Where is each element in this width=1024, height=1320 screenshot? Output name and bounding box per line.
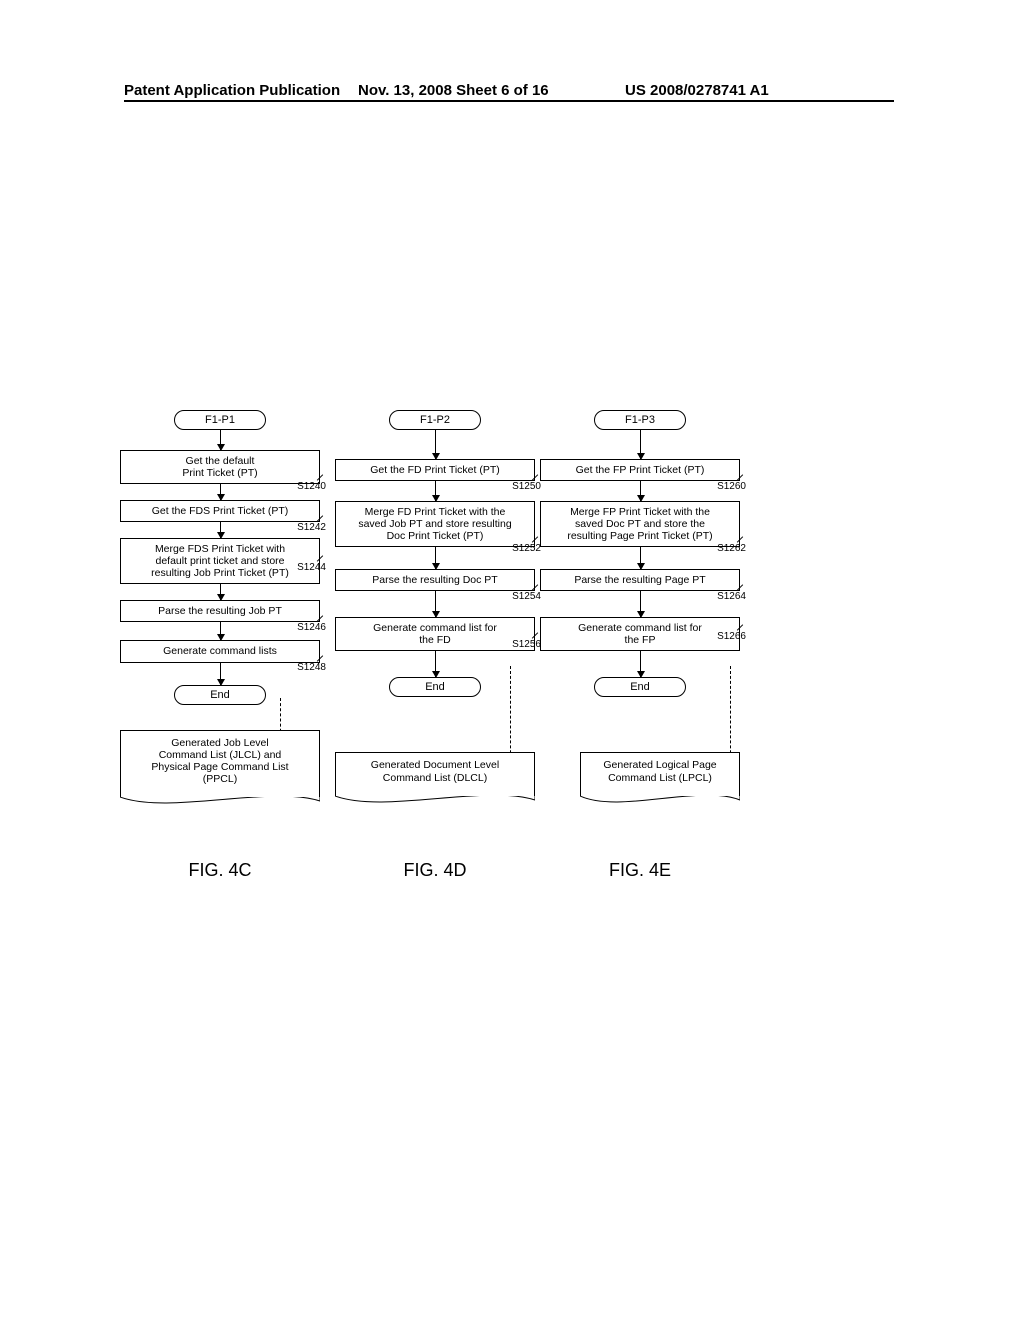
step-label: S1260 <box>717 481 746 492</box>
step-label: S1256 <box>512 639 541 650</box>
process-box: Generate command list forthe FD <box>335 617 535 651</box>
step-label: S1252 <box>512 543 541 554</box>
end-terminator: End <box>594 677 686 697</box>
arrow <box>220 663 221 685</box>
flowchart-column-3: F1-P3 Get the FP Print Ticket (PT) S1260… <box>540 410 740 810</box>
process-box: Parse the resulting Page PT <box>540 569 740 591</box>
arrow <box>640 430 641 459</box>
document-wave-icon <box>120 797 320 811</box>
process-box: Merge FP Print Ticket with thesaved Doc … <box>540 501 740 547</box>
arrow <box>435 651 436 677</box>
step-label: S1240 <box>297 481 326 492</box>
header-right: US 2008/0278741 A1 <box>625 82 769 99</box>
process-box: Parse the resulting Job PT <box>120 600 320 622</box>
figure-label: FIG. 4E <box>540 860 740 881</box>
step-label: S1262 <box>717 543 746 554</box>
header-left: Patent Application Publication <box>124 82 340 99</box>
process-box: Generate command list forthe FP <box>540 617 740 651</box>
arrow <box>435 430 436 459</box>
document-wave-icon <box>580 796 740 810</box>
start-terminator: F1-P3 <box>594 410 686 430</box>
step-label: S1264 <box>717 591 746 602</box>
header-mid: Nov. 13, 2008 Sheet 6 of 16 <box>358 82 549 99</box>
start-terminator: F1-P1 <box>174 410 266 430</box>
arrow <box>220 622 221 640</box>
arrow <box>640 547 641 569</box>
arrow <box>640 591 641 617</box>
end-terminator: End <box>389 677 481 697</box>
end-terminator: End <box>174 685 266 705</box>
arrow <box>220 522 221 538</box>
flowchart-column-2: F1-P2 Get the FD Print Ticket (PT) S1250… <box>335 410 535 810</box>
process-box: Get the FD Print Ticket (PT) <box>335 459 535 481</box>
step-label: S1266 <box>717 631 746 642</box>
process-box: Parse the resulting Doc PT <box>335 569 535 591</box>
process-box: Merge FDS Print Ticket withdefault print… <box>120 538 320 584</box>
arrow <box>640 651 641 677</box>
arrow <box>640 481 641 501</box>
step-label: S1244 <box>297 562 326 573</box>
process-box: Generate command lists <box>120 640 320 662</box>
process-box: Merge FD Print Ticket with thesaved Job … <box>335 501 535 547</box>
document-output: Generated Job LevelCommand List (JLCL) a… <box>120 730 320 811</box>
step-label: S1248 <box>297 662 326 673</box>
process-box: Get the defaultPrint Ticket (PT) <box>120 450 320 484</box>
figure-label: FIG. 4D <box>335 860 535 881</box>
document-wave-icon <box>335 796 535 810</box>
process-box: Get the FDS Print Ticket (PT) <box>120 500 320 522</box>
header-divider <box>124 100 894 102</box>
arrow <box>435 547 436 569</box>
flowchart-column-1: F1-P1 Get the defaultPrint Ticket (PT) S… <box>120 410 320 811</box>
figure-label: FIG. 4C <box>120 860 320 881</box>
process-box: Get the FP Print Ticket (PT) <box>540 459 740 481</box>
start-terminator: F1-P2 <box>389 410 481 430</box>
step-label: S1254 <box>512 591 541 602</box>
step-label: S1242 <box>297 522 326 533</box>
arrow <box>435 591 436 617</box>
document-output: Generated Document LevelCommand List (DL… <box>335 752 535 809</box>
arrow <box>220 584 221 600</box>
step-label: S1250 <box>512 481 541 492</box>
arrow <box>220 430 221 450</box>
step-label: S1246 <box>297 622 326 633</box>
document-output: Generated Logical PageCommand List (LPCL… <box>580 752 740 809</box>
arrow <box>435 481 436 501</box>
arrow <box>220 484 221 500</box>
